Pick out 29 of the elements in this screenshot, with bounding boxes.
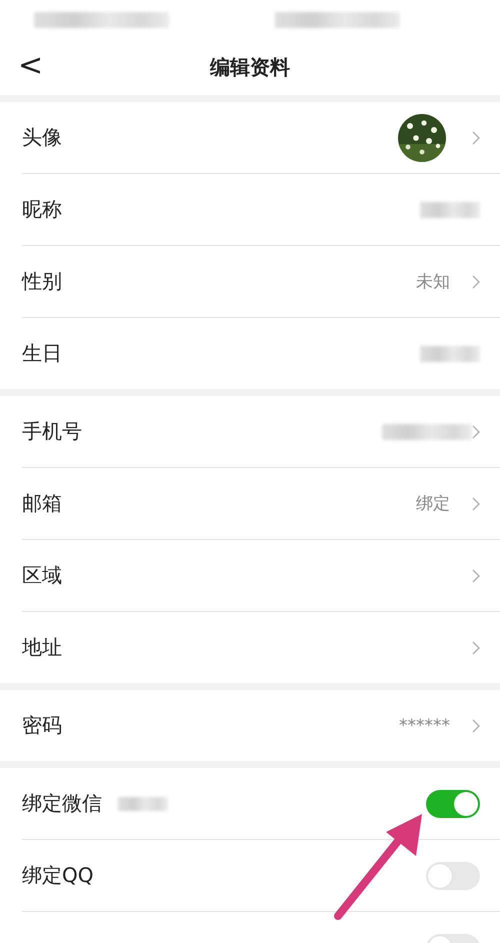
page-title: 编辑资料 [208, 54, 291, 81]
row-label: 区域 [22, 562, 62, 589]
settings-row[interactable]: 手机号 [22, 396, 500, 468]
settings-row[interactable]: 绑定QQ [22, 840, 500, 912]
toggle-switch[interactable] [426, 862, 480, 890]
settings-row[interactable]: 生日 [22, 318, 500, 389]
blurred-text [420, 346, 480, 362]
row-label: 密码 [22, 712, 62, 739]
row-value: 未知 [416, 271, 450, 293]
blurred-text [420, 202, 480, 218]
toggle-switch[interactable] [426, 790, 480, 818]
row-label: 地址 [22, 634, 62, 661]
row-label: 头像 [22, 124, 62, 151]
back-button[interactable]: < [0, 50, 44, 84]
settings-row[interactable]: 性别 未知 [22, 246, 500, 318]
row-label: 昵称 [22, 196, 62, 223]
row-value: ****** [399, 716, 450, 736]
row-label: 手机号 [22, 418, 82, 445]
settings-row[interactable]: 邮箱 绑定 [22, 468, 500, 540]
settings-row[interactable]: 区域 [22, 540, 500, 612]
row-label: 绑定QQ [22, 862, 94, 889]
row-value: 绑定 [416, 493, 450, 515]
row-label: 邮箱 [22, 490, 62, 517]
row-label: 生日 [22, 340, 62, 367]
row-label: 性别 [22, 268, 62, 295]
settings-row[interactable]: 地址 [22, 612, 500, 683]
settings-row[interactable]: 昵称 [22, 174, 500, 246]
row-label: 绑定微信 [22, 790, 102, 817]
settings-row[interactable]: 头像 [22, 102, 500, 174]
